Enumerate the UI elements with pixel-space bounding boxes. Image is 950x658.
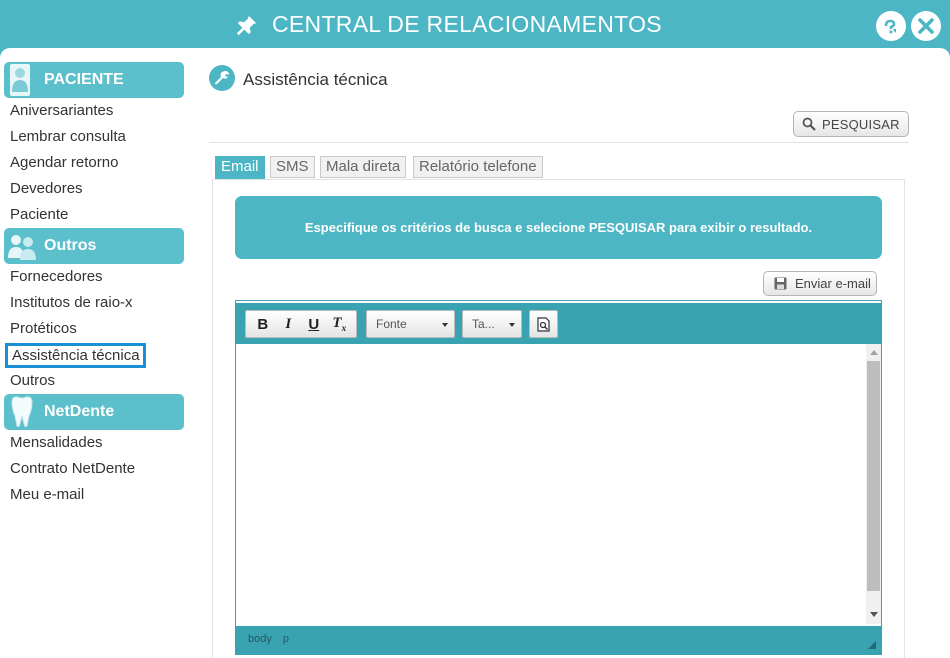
- scroll-up-icon[interactable]: [870, 350, 878, 355]
- resize-grip-icon[interactable]: [868, 641, 876, 649]
- scroll-down-icon[interactable]: [870, 612, 878, 617]
- sidebar-item-meu-email[interactable]: Meu e-mail: [10, 485, 84, 505]
- sidebar-section-netdente: NetDente: [4, 394, 184, 430]
- section-label: Outros: [44, 237, 97, 254]
- group-people-icon: [8, 235, 36, 260]
- underline-icon[interactable]: U: [303, 316, 325, 333]
- close-button[interactable]: [911, 11, 941, 41]
- email-editor: B I U Tx Fonte Ta... body p: [235, 300, 882, 655]
- chevron-down-icon: [442, 323, 448, 327]
- sidebar-item-paciente[interactable]: Paciente: [10, 205, 68, 225]
- section-label: PACIENTE: [44, 71, 124, 88]
- search-button[interactable]: PESQUISAR: [793, 111, 909, 137]
- sidebar-item-contrato-netdente[interactable]: Contrato NetDente: [10, 459, 135, 479]
- size-combo[interactable]: Ta...: [462, 310, 522, 338]
- title-bar: CENTRAL DE RELACIONAMENTOS: [0, 0, 950, 50]
- preview-document-icon: [536, 316, 550, 332]
- divider: [209, 142, 909, 143]
- size-combo-label: Ta...: [472, 317, 495, 331]
- font-combo[interactable]: Fonte: [366, 310, 455, 338]
- close-x-icon: [918, 18, 934, 34]
- tab-mala-direta[interactable]: Mala direta: [320, 156, 407, 178]
- search-button-label: PESQUISAR: [822, 116, 900, 132]
- italic-icon[interactable]: I: [277, 316, 299, 333]
- sidebar-item-outros[interactable]: Outros: [10, 371, 55, 391]
- editor-status-bar: body p: [236, 626, 881, 654]
- scrollbar-thumb[interactable]: [867, 361, 880, 591]
- format-button-group: B I U Tx: [245, 310, 357, 338]
- tab-relatorio-telefone[interactable]: Relatório telefone: [413, 156, 543, 178]
- page-title: Assistência técnica: [243, 70, 388, 89]
- sidebar-item-proteticos[interactable]: Protéticos: [10, 319, 77, 339]
- patient-person-icon: [10, 64, 30, 96]
- sidebar-item-lembrar-consulta[interactable]: Lembrar consulta: [10, 127, 126, 147]
- remove-format-icon[interactable]: Tx: [328, 315, 350, 333]
- sidebar-item-mensalidades[interactable]: Mensalidades: [10, 433, 103, 453]
- sidebar-item-devedores[interactable]: Devedores: [10, 179, 83, 199]
- send-email-button[interactable]: Enviar e-mail: [763, 271, 877, 296]
- path-body[interactable]: body: [248, 633, 272, 645]
- floppy-disk-icon: [774, 277, 787, 290]
- section-label: NetDente: [44, 403, 115, 420]
- sidebar-item-institutos-raio-x[interactable]: Institutos de raio-x: [10, 293, 133, 313]
- pin-icon[interactable]: [236, 14, 258, 36]
- send-email-label: Enviar e-mail: [795, 276, 871, 291]
- sidebar-item-agendar-retorno[interactable]: Agendar retorno: [10, 153, 118, 173]
- tab-sms[interactable]: SMS: [270, 156, 315, 178]
- font-combo-label: Fonte: [376, 317, 407, 331]
- sidebar-section-paciente: PACIENTE: [4, 62, 184, 98]
- info-message: Especifique os critérios de busca e sele…: [235, 196, 882, 259]
- wrench-icon: [209, 65, 235, 91]
- window-title: CENTRAL DE RELACIONAMENTOS: [272, 11, 662, 37]
- preview-button[interactable]: [529, 310, 558, 338]
- chevron-down-icon: [509, 323, 515, 327]
- sidebar-item-fornecedores[interactable]: Fornecedores: [10, 267, 103, 287]
- editor-scrollbar[interactable]: [866, 344, 881, 624]
- search-icon: [802, 117, 816, 131]
- path-p[interactable]: p: [283, 633, 289, 645]
- editor-toolbar: B I U Tx Fonte Ta...: [236, 301, 881, 344]
- help-question-icon: [884, 19, 896, 34]
- tab-email[interactable]: Email: [215, 156, 265, 180]
- bold-icon[interactable]: B: [252, 316, 274, 333]
- sidebar-section-outros: Outros: [4, 228, 184, 264]
- sidebar-item-assistencia-tecnica[interactable]: Assistência técnica: [5, 343, 146, 368]
- tooth-icon: [11, 396, 33, 428]
- help-button[interactable]: [876, 11, 906, 41]
- sidebar-item-aniversariantes[interactable]: Aniversariantes: [10, 101, 113, 121]
- element-path: body p: [248, 633, 297, 645]
- editor-text-area[interactable]: [236, 344, 866, 624]
